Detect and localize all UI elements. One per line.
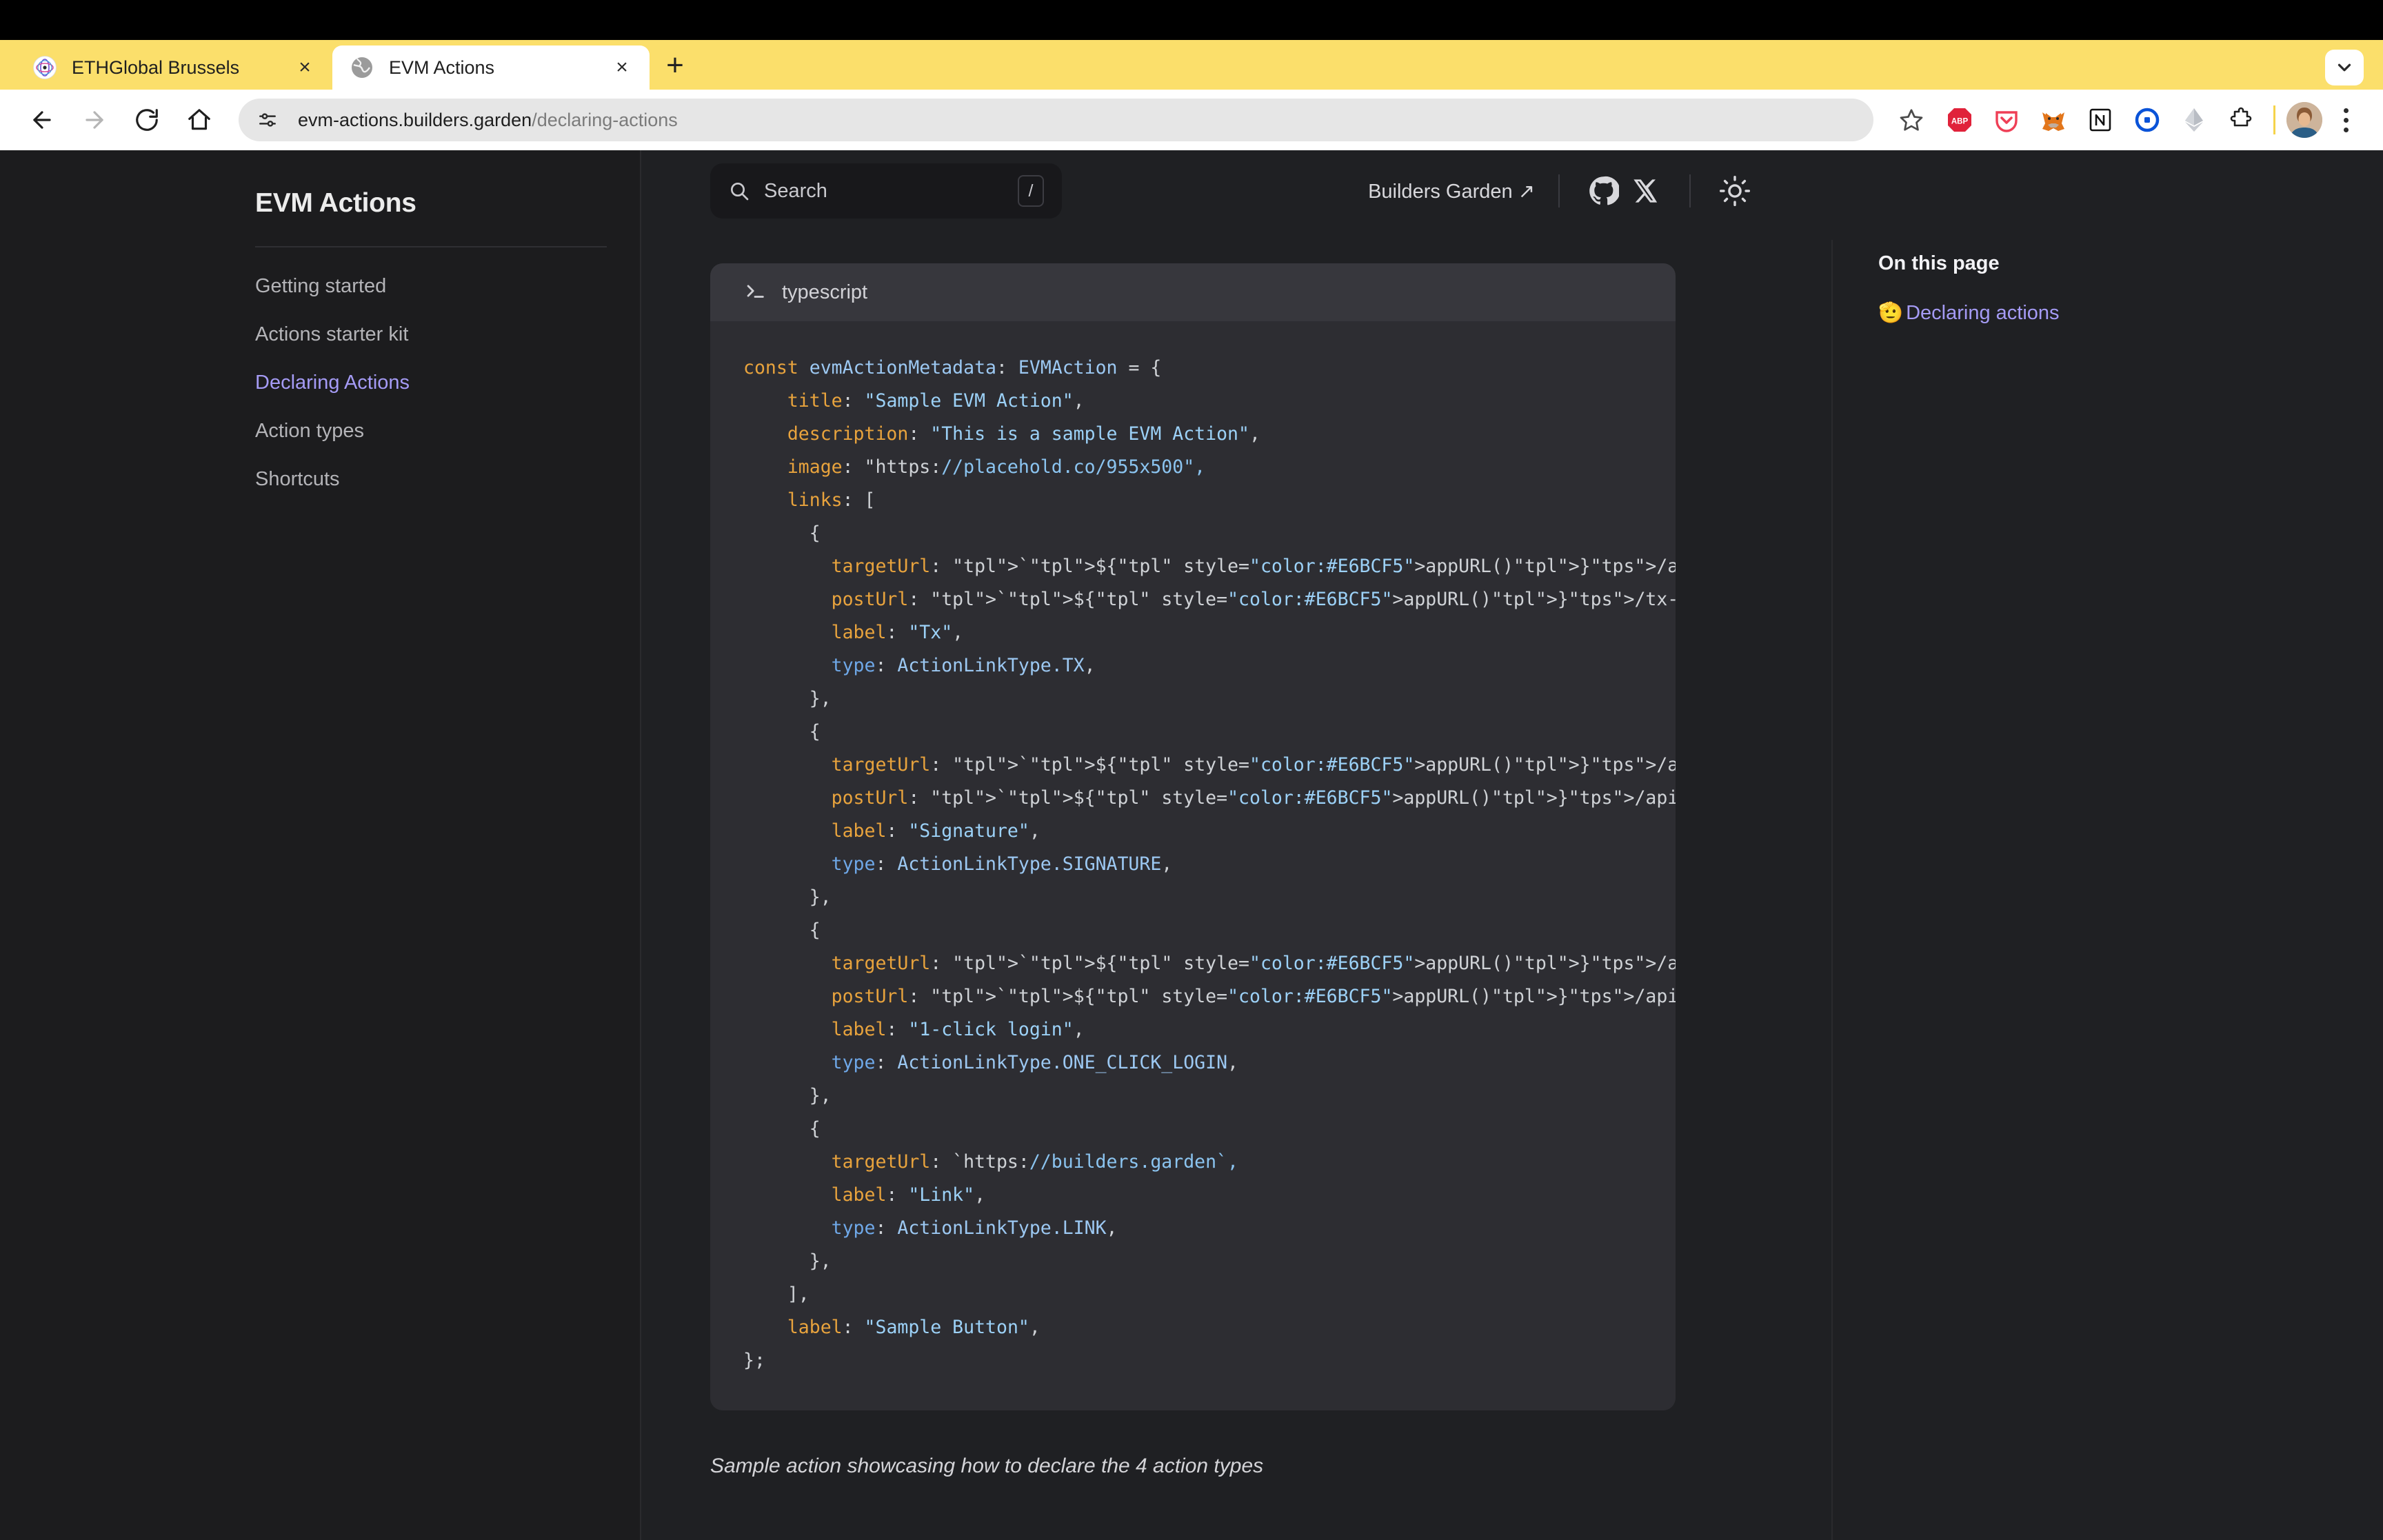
page-content: EVM Actions Getting started Actions star… (0, 150, 2383, 1540)
new-tab-button[interactable]: + (654, 44, 696, 87)
browser-toolbar: evm-actions.builders.garden/declaring-ac… (0, 90, 2383, 150)
globe-icon (350, 56, 374, 79)
forward-arrow-icon[interactable] (70, 96, 119, 144)
sidebar-item-declaring-actions[interactable]: Declaring Actions (255, 373, 640, 393)
toc-item-label: Declaring actions (1906, 301, 2060, 324)
main-content: …VM Actions properly. Search / Builders … (641, 150, 1831, 1540)
search-icon (728, 180, 754, 202)
builders-garden-link[interactable]: Builders Garden ↗ (1368, 179, 1535, 203)
url-text: evm-actions.builders.garden/declaring-ac… (298, 110, 678, 131)
site-settings-icon[interactable] (257, 109, 284, 131)
svg-text:ABP: ABP (1951, 118, 1969, 126)
metamask-icon[interactable] (2032, 99, 2075, 141)
search-input[interactable]: Search / (710, 163, 1062, 219)
tab-title: EVM Actions (389, 57, 495, 78)
terminal-prompt-icon (743, 279, 767, 306)
ethglobal-icon (33, 56, 57, 79)
close-icon[interactable]: × (608, 54, 636, 81)
docs-sidebar: EVM Actions Getting started Actions star… (0, 150, 641, 1540)
browser-window: ETHGlobal Brussels × EVM Actions × + evm… (0, 40, 2383, 1540)
sidebar-divider (255, 246, 607, 247)
back-arrow-icon[interactable] (18, 96, 66, 144)
os-titlebar (0, 0, 2383, 40)
sidebar-item-actions-starter-kit[interactable]: Actions starter kit (255, 325, 640, 345)
chevron-down-icon[interactable] (2325, 50, 2364, 85)
doc-article: typescript const evmActionMetadata: EVMA… (641, 150, 1831, 1540)
profile-avatar[interactable] (2286, 102, 2322, 138)
search-shortcut-key: / (1018, 175, 1044, 207)
url-host: evm-actions.builders.garden (298, 109, 532, 130)
table-of-contents: On this page 🫡 Declaring actions (1831, 150, 2383, 1540)
toc-divider (1831, 240, 1833, 1540)
home-icon[interactable] (175, 96, 223, 144)
header-links: Builders Garden ↗ (1368, 170, 1756, 212)
close-icon[interactable]: × (291, 54, 319, 81)
header-divider (1558, 174, 1560, 207)
three-dot-menu-icon[interactable] (2326, 97, 2365, 143)
sidebar-item-shortcuts[interactable]: Shortcuts (255, 469, 640, 489)
ethereum-icon[interactable] (2173, 99, 2215, 141)
source-code: const evmActionMetadata: EVMAction = { t… (743, 357, 1676, 1371)
adblock-plus-icon[interactable]: ABP (1938, 99, 1981, 141)
tab-title: ETHGlobal Brussels (72, 57, 240, 78)
sidebar-item-action-types[interactable]: Action types (255, 421, 640, 441)
extensions-puzzle-icon[interactable] (2220, 99, 2262, 141)
page-title: EVM Actions (255, 188, 416, 218)
sun-icon[interactable] (1714, 170, 1756, 212)
code-block-header: typescript (710, 263, 1676, 321)
pocket-icon[interactable] (1985, 99, 2028, 141)
reload-icon[interactable] (123, 96, 171, 144)
toc-title: On this page (1878, 252, 2000, 274)
url-path: /declaring-actions (532, 109, 678, 130)
github-icon[interactable] (1583, 170, 1625, 212)
header-divider (1689, 174, 1691, 207)
code-block: typescript const evmActionMetadata: EVMA… (710, 263, 1676, 1410)
toolbar-divider (2273, 105, 2275, 134)
search-placeholder: Search (764, 179, 827, 202)
figure-caption: Sample action showcasing how to declare … (710, 1455, 1264, 1477)
saluting-face-emoji: 🫡 (1878, 302, 1904, 324)
sidebar-item-getting-started[interactable]: Getting started (255, 276, 640, 296)
toc-item-declaring-actions[interactable]: 🫡 Declaring actions (1878, 301, 2383, 325)
blue-target-icon[interactable] (2126, 99, 2169, 141)
x-twitter-icon[interactable] (1625, 170, 1666, 212)
docs-header-bar: Search / Builders Garden ↗ (641, 150, 1831, 232)
browser-tab-evm-actions[interactable]: EVM Actions × (332, 45, 650, 90)
tab-strip: ETHGlobal Brussels × EVM Actions × + (0, 40, 2383, 90)
notion-icon[interactable] (2079, 99, 2122, 141)
star-icon[interactable] (1889, 97, 1934, 143)
address-bar[interactable]: evm-actions.builders.garden/declaring-ac… (239, 99, 1873, 141)
code-language-label: typescript (782, 281, 868, 303)
browser-tab-ethglobal[interactable]: ETHGlobal Brussels × (15, 45, 332, 90)
code-block-body[interactable]: const evmActionMetadata: EVMAction = { t… (710, 321, 1676, 1410)
